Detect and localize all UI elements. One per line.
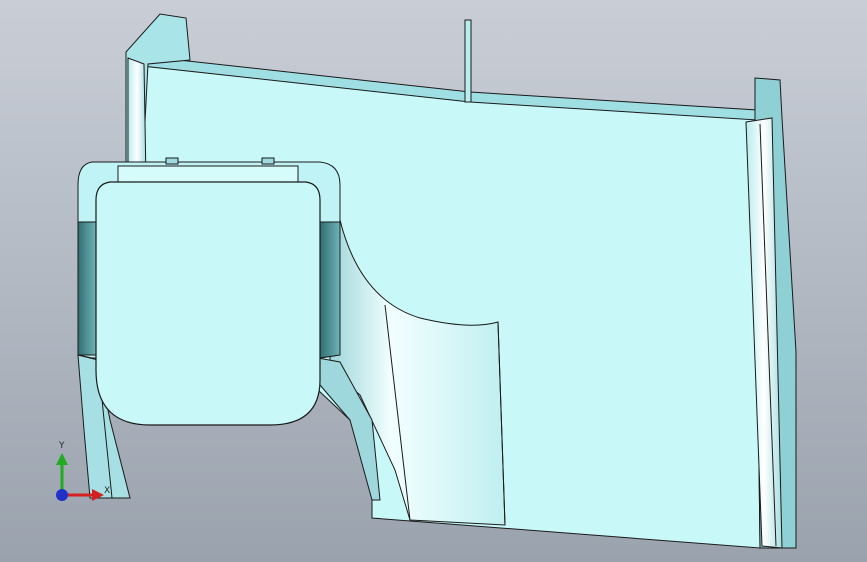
box-inner-face <box>95 181 321 426</box>
box-tab-left <box>165 157 179 165</box>
part-model[interactable] <box>0 0 867 562</box>
y-axis-label: Y <box>59 441 65 451</box>
box-left-channel <box>77 221 97 356</box>
vertical-rib <box>464 19 472 103</box>
box-tab-right <box>261 157 275 165</box>
coordinate-triad <box>56 453 104 501</box>
box-top-lip <box>117 165 299 183</box>
x-axis-label: X <box>104 486 111 496</box>
z-axis-icon <box>56 489 68 501</box>
box-right-channel <box>319 221 341 359</box>
graphics-viewport[interactable]: Y X <box>0 0 867 562</box>
